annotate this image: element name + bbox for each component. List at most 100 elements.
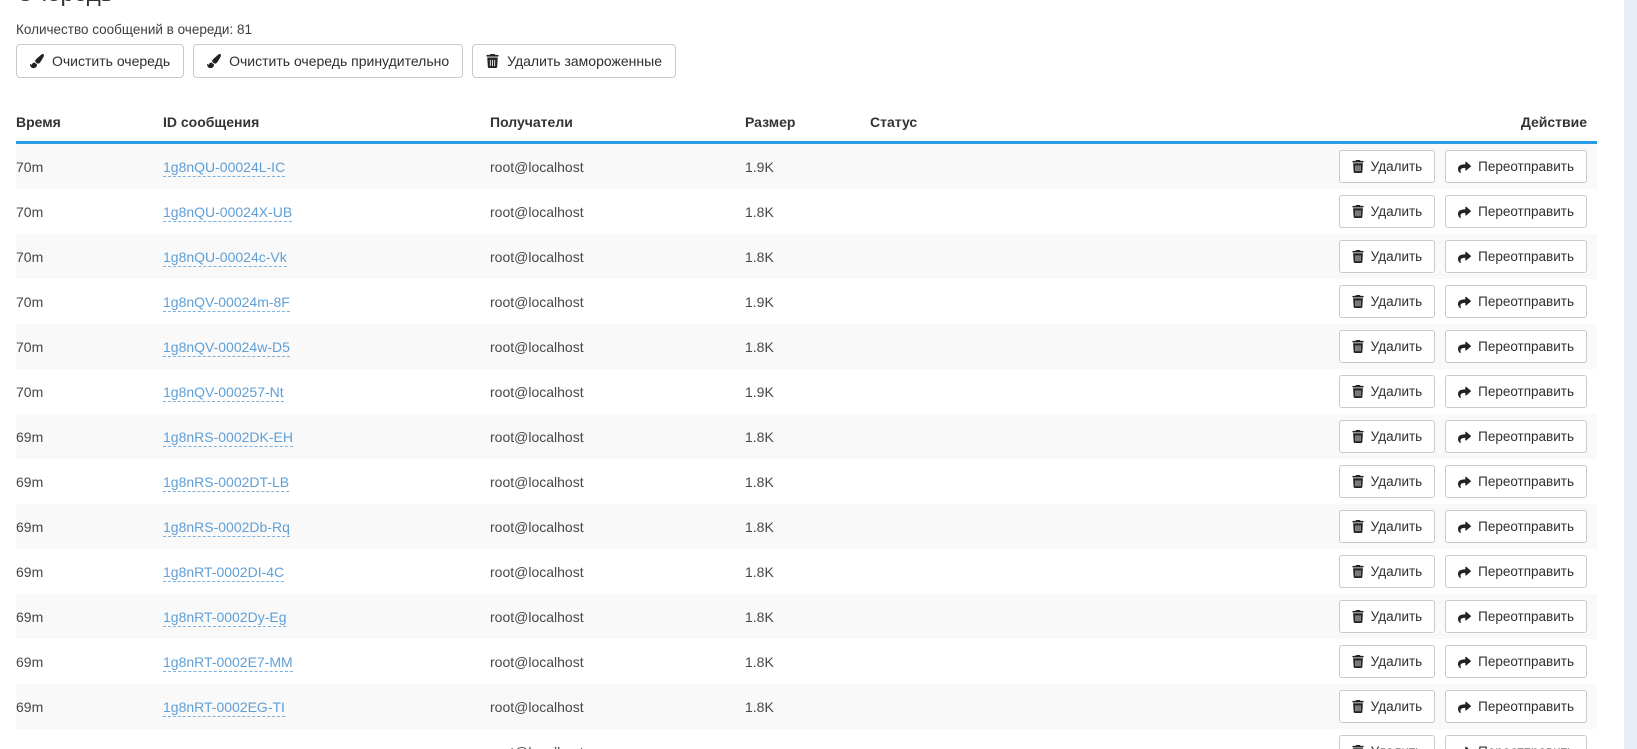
cell-recipients: root@localhost: [490, 459, 745, 504]
col-header-time: Время: [16, 100, 163, 143]
cell-message-id: 1g8nQV-00024m-8F: [163, 279, 490, 324]
delete-message-label: Удалить: [1371, 339, 1423, 354]
queue-count-value: 81: [237, 22, 252, 37]
delete-message-button[interactable]: Удалить: [1339, 285, 1436, 318]
message-id-link[interactable]: 1g8nRS-0002Db-Rq: [163, 519, 290, 537]
delete-message-button[interactable]: Удалить: [1339, 240, 1436, 273]
clear-queue-button[interactable]: Очистить очередь: [16, 44, 184, 78]
delete-message-button[interactable]: Удалить: [1339, 330, 1436, 363]
delete-message-button[interactable]: Удалить: [1339, 690, 1436, 723]
resend-message-button[interactable]: Переотправить: [1445, 330, 1587, 363]
resend-message-button[interactable]: Переотправить: [1445, 285, 1587, 318]
resend-message-button[interactable]: Переотправить: [1445, 150, 1587, 183]
cell-size: 1.9K: [745, 279, 870, 324]
forward-arrow-icon: [1458, 295, 1471, 308]
trash-icon: [1352, 160, 1364, 173]
resend-message-button[interactable]: Переотправить: [1445, 240, 1587, 273]
forward-arrow-icon: [1458, 340, 1471, 353]
cell-recipients: root@localhost: [490, 414, 745, 459]
forward-arrow-icon: [1458, 160, 1471, 173]
message-id-link[interactable]: 1g8nRT-0002DI-4C: [163, 564, 284, 582]
resend-message-button[interactable]: Переотправить: [1445, 600, 1587, 633]
resend-message-button[interactable]: Переотправить: [1445, 465, 1587, 498]
resend-message-button[interactable]: Переотправить: [1445, 645, 1587, 678]
delete-message-button[interactable]: Удалить: [1339, 600, 1436, 633]
delete-message-button[interactable]: Удалить: [1339, 375, 1436, 408]
force-clear-queue-button[interactable]: Очистить очередь принудительно: [193, 44, 463, 78]
cell-message-id: 1g8nQU-00024X-UB: [163, 189, 490, 234]
delete-frozen-button[interactable]: Удалить замороженные: [472, 44, 676, 78]
cell-size: 1.9K: [745, 369, 870, 414]
trash-icon: [1352, 385, 1364, 398]
cell-time: 69m: [16, 549, 163, 594]
forward-arrow-icon: [1458, 610, 1471, 623]
message-id-link[interactable]: 1g8nRT-0002Dy-Eg: [163, 609, 286, 627]
force-clear-queue-label: Очистить очередь принудительно: [229, 53, 449, 69]
message-id-link[interactable]: 1g8nQV-000257-Nt: [163, 384, 284, 402]
delete-message-button[interactable]: Удалить: [1339, 555, 1436, 588]
paintbrush-icon: [30, 54, 44, 68]
resend-message-button[interactable]: Переотправить: [1445, 690, 1587, 723]
delete-message-label: Удалить: [1371, 429, 1423, 444]
queue-table-row: 70m 1g8nQV-00024m-8F root@localhost 1.9K…: [16, 279, 1597, 324]
cell-message-id: 1g8nRS-0002DK-EH: [163, 414, 490, 459]
trash-icon: [1352, 745, 1364, 749]
resend-message-label: Переотправить: [1478, 609, 1574, 624]
message-id-link[interactable]: 1g8nQU-00024c-Vk: [163, 249, 287, 267]
resend-message-label: Переотправить: [1478, 519, 1574, 534]
resend-message-button[interactable]: Переотправить: [1445, 735, 1587, 749]
cell-size: 1.8K: [745, 594, 870, 639]
queue-table-row: 69m 1g8nRT-0002E7-MM root@localhost 1.8K…: [16, 639, 1597, 684]
resend-message-label: Переотправить: [1478, 339, 1574, 354]
cell-action: Удалить Переотправить: [1310, 369, 1597, 414]
trash-icon: [1352, 205, 1364, 218]
mail-queue-page: Очередь Количество сообщений в очереди: …: [0, 0, 1637, 749]
delete-message-button[interactable]: Удалить: [1339, 465, 1436, 498]
message-id-link[interactable]: 1g8nRT-0002EG-TI: [163, 699, 285, 717]
forward-arrow-icon: [1458, 475, 1471, 488]
queue-table-row: 70m 1g8nQV-000257-Nt root@localhost 1.9K…: [16, 369, 1597, 414]
delete-message-button[interactable]: Удалить: [1339, 150, 1436, 183]
message-id-link[interactable]: 1g8nRT-0002E7-MM: [163, 654, 293, 672]
cell-size: 1.8K: [745, 414, 870, 459]
resend-message-button[interactable]: Переотправить: [1445, 375, 1587, 408]
queue-table-row: 70m 1g8nQU-00024X-UB root@localhost 1.8K…: [16, 189, 1597, 234]
cell-action: Удалить Переотправить: [1310, 459, 1597, 504]
cell-action: Удалить Переотправить: [1310, 549, 1597, 594]
cell-size: 1.8K: [745, 549, 870, 594]
message-id-link[interactable]: 1g8nQV-00024w-D5: [163, 339, 290, 357]
cell-recipients: root@localhost: [490, 729, 745, 749]
cell-size: 1.8K: [745, 234, 870, 279]
resend-message-button[interactable]: Переотправить: [1445, 195, 1587, 228]
cell-message-id: 1g8nRT-0002E7-MM: [163, 639, 490, 684]
resend-message-button[interactable]: Переотправить: [1445, 510, 1587, 543]
col-header-message-id: ID сообщения: [163, 100, 490, 143]
delete-message-button[interactable]: Удалить: [1339, 420, 1436, 453]
cell-size: 1.9K: [745, 143, 870, 190]
queue-table-header: Время ID сообщения Получатели Размер Ста…: [16, 100, 1597, 143]
message-id-link[interactable]: 1g8nQU-00024L-IC: [163, 159, 285, 177]
delete-message-button[interactable]: Удалить: [1339, 195, 1436, 228]
delete-message-button[interactable]: Удалить: [1339, 645, 1436, 678]
cell-message-id: 1g8nQU-00024L-IC: [163, 143, 490, 190]
cell-recipients: root@localhost: [490, 594, 745, 639]
message-id-link[interactable]: 1g8nQU-00024X-UB: [163, 204, 292, 222]
cell-message-id: 1g8nRT-0002Dy-Eg: [163, 594, 490, 639]
message-id-link[interactable]: 1g8nRS-0002DT-LB: [163, 474, 289, 492]
cell-time: 69m: [16, 684, 163, 729]
cell-action: Удалить Переотправить: [1310, 279, 1597, 324]
resend-message-button[interactable]: Переотправить: [1445, 420, 1587, 453]
delete-message-label: Удалить: [1371, 564, 1423, 579]
message-id-link[interactable]: 1g8nQV-00024m-8F: [163, 294, 290, 312]
delete-message-label: Удалить: [1371, 159, 1423, 174]
cell-size: 1.8K: [745, 189, 870, 234]
page-edge-strip: [1624, 0, 1637, 749]
col-header-status: Статус: [870, 100, 1310, 143]
resend-message-button[interactable]: Переотправить: [1445, 555, 1587, 588]
cell-message-id: 1g8nRT-0002EG-TI: [163, 684, 490, 729]
delete-message-button[interactable]: Удалить: [1339, 510, 1436, 543]
cell-recipients: root@localhost: [490, 279, 745, 324]
resend-message-label: Переотправить: [1478, 249, 1574, 264]
message-id-link[interactable]: 1g8nRS-0002DK-EH: [163, 429, 293, 447]
delete-message-button[interactable]: Удалить: [1339, 735, 1436, 749]
